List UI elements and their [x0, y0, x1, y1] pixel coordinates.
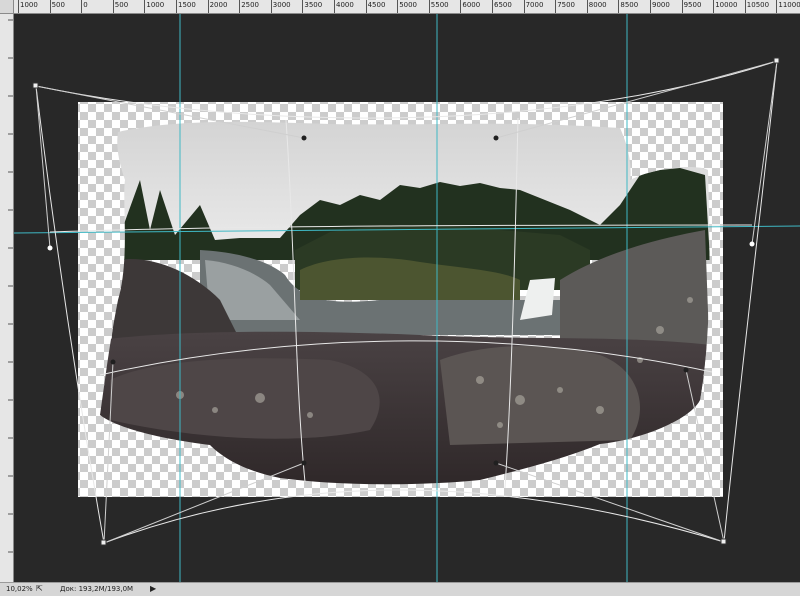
ruler-label: 2500 — [241, 1, 260, 9]
ruler-label: 3000 — [272, 1, 291, 9]
ruler-tick — [334, 0, 335, 13]
vertical-ruler[interactable] — [0, 14, 14, 582]
ruler-tick — [681, 0, 683, 13]
ruler-tick — [586, 0, 588, 13]
ruler-tick — [618, 0, 620, 13]
warp-edge-right[interactable] — [723, 60, 778, 543]
ruler-tick — [207, 0, 209, 13]
warp-handle-point[interactable] — [301, 460, 307, 466]
ruler-tick — [492, 0, 493, 13]
ruler-tick — [270, 0, 272, 13]
export-icon[interactable]: ⇱ — [36, 584, 43, 593]
ruler-tick — [744, 0, 746, 13]
ruler-label: 7500 — [557, 1, 576, 9]
ruler-tick — [650, 0, 651, 13]
ruler-label: 8000 — [588, 1, 607, 9]
warp-handle-point[interactable] — [493, 135, 499, 141]
warp-handle-point[interactable] — [683, 367, 689, 373]
warp-corner-anchor[interactable] — [32, 82, 39, 89]
zoom-level[interactable]: 10,02% — [6, 585, 33, 593]
document-canvas[interactable] — [14, 14, 800, 582]
ruler-label: 0 — [83, 1, 88, 9]
ruler-label: 7000 — [525, 1, 544, 9]
warp-edge-bottom[interactable] — [103, 489, 725, 544]
ruler-tick — [49, 0, 51, 13]
ruler-label: 4000 — [336, 1, 354, 9]
ruler-label: 1500 — [178, 1, 196, 9]
ruler-tick — [144, 0, 146, 13]
ruler-tick — [239, 0, 241, 13]
document-size: Док: 193,2M/193,0M — [60, 585, 134, 593]
ruler-label: 5500 — [430, 1, 449, 9]
warp-corner-anchor[interactable] — [773, 57, 780, 64]
warp-corner-anchor[interactable] — [720, 538, 727, 545]
horizontal-ruler[interactable]: 1000 500 0 500 1000 1500 2000 2500 3000 3500 4000 4… — [14, 0, 800, 14]
ruler-label: 500 — [114, 1, 129, 9]
ruler-label: 1000 — [20, 1, 38, 9]
vertical-ruler-ticks — [8, 19, 13, 553]
ruler-tick — [523, 0, 525, 13]
ruler-tick — [81, 0, 83, 13]
ruler-label: 1000 — [146, 1, 165, 9]
warp-handle-point[interactable] — [493, 460, 499, 466]
ruler-tick — [460, 0, 462, 13]
ruler-label: 5000 — [399, 1, 418, 9]
ruler-label: 6500 — [494, 1, 512, 9]
ruler-label: 500 — [51, 1, 65, 9]
ruler-label: 6000 — [462, 1, 481, 9]
ruler-label: 4500 — [367, 1, 386, 9]
ruler-tick — [397, 0, 399, 13]
status-menu-arrow[interactable]: ▶ — [150, 584, 156, 593]
warp-corner-anchor[interactable] — [100, 539, 107, 546]
warp-handle-point[interactable] — [110, 359, 116, 365]
ruler-label: 2000 — [209, 1, 228, 9]
status-bar: 10,02% ⇱ Док: 193,2M/193,0M ▶ — [0, 582, 800, 596]
ruler-label: 10500 — [746, 1, 770, 9]
ruler-origin-corner[interactable] — [0, 0, 14, 14]
ruler-label: 9500 — [683, 1, 702, 9]
warp-handle-point[interactable] — [47, 245, 53, 251]
ruler-tick — [365, 0, 367, 13]
ruler-tick — [176, 0, 177, 13]
ruler-label: 3500 — [304, 1, 323, 9]
panorama-photo — [100, 121, 710, 485]
ruler-tick — [713, 0, 715, 13]
ruler-label: 10000 — [715, 1, 738, 9]
ruler-tick — [18, 0, 19, 13]
ruler-label: 9000 — [652, 1, 670, 9]
ruler-label: 8500 — [620, 1, 639, 9]
ruler-label: 11000 — [778, 1, 800, 9]
ruler-tick — [776, 0, 778, 13]
ruler-tick — [555, 0, 557, 13]
ruler-tick — [112, 0, 114, 13]
warp-handle-point[interactable] — [749, 241, 755, 247]
ruler-tick — [302, 0, 304, 13]
warp-handle-point[interactable] — [301, 135, 307, 141]
warp-scene[interactable] — [14, 14, 800, 582]
ruler-tick — [428, 0, 430, 13]
